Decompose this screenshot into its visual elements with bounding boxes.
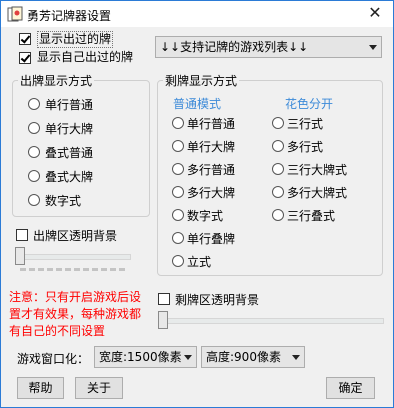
played-slider-track[interactable] <box>17 254 131 260</box>
show-own-played-label[interactable]: 显示自己出过的牌 <box>37 50 133 65</box>
remaining-normal-label[interactable]: 立式 <box>187 253 211 270</box>
played-option-radio[interactable] <box>28 194 40 206</box>
remaining-normal-radio[interactable] <box>172 117 184 129</box>
remaining-normal-label[interactable]: 单行普通 <box>187 115 235 132</box>
remaining-transparent-checkbox[interactable] <box>158 293 170 305</box>
about-button[interactable]: 关于 <box>75 377 123 399</box>
remaining-normal-radio[interactable] <box>172 163 184 175</box>
games-dropdown-value: ↓↓支持记牌的游戏列表↓↓ <box>160 40 309 54</box>
close-icon[interactable]: ✕ <box>365 3 385 23</box>
remaining-slider-thumb[interactable] <box>158 311 168 329</box>
normal-mode-header: 普通模式 <box>173 97 222 111</box>
app-icon <box>7 6 23 22</box>
show-played-label[interactable]: 显示出过的牌 <box>37 31 114 48</box>
played-option-label[interactable]: 单行普通 <box>45 96 93 113</box>
height-dropdown-value: 高度:900像素 <box>206 350 281 364</box>
remaining-display-legend: 剩牌显示方式 <box>163 72 240 89</box>
played-option-radio[interactable] <box>28 170 40 182</box>
width-dropdown[interactable]: 宽度:1500像素 <box>94 346 197 368</box>
chevron-down-icon <box>369 45 377 50</box>
show-played-checkbox[interactable] <box>19 33 31 45</box>
played-slider-thumb[interactable] <box>15 247 25 265</box>
remaining-normal-label[interactable]: 多行普通 <box>187 161 235 178</box>
remaining-suit-radio[interactable] <box>272 163 284 175</box>
played-option-label[interactable]: 单行大牌 <box>45 120 93 137</box>
note-line: 置才有效果，每种游戏都 <box>9 307 142 321</box>
played-option-label[interactable]: 数字式 <box>45 192 81 209</box>
remaining-slider-track[interactable] <box>160 318 384 324</box>
chevron-down-icon <box>184 355 192 360</box>
remaining-normal-radio[interactable] <box>172 255 184 267</box>
remaining-suit-label[interactable]: 三行大牌式 <box>287 161 347 178</box>
remaining-suit-label[interactable]: 多行式 <box>287 138 323 155</box>
played-option-radio[interactable] <box>28 98 40 110</box>
ok-button[interactable]: 确定 <box>326 377 375 399</box>
played-option-radio[interactable] <box>28 122 40 134</box>
remaining-normal-label[interactable]: 数字式 <box>187 207 223 224</box>
remaining-normal-radio[interactable] <box>172 186 184 198</box>
remaining-suit-radio[interactable] <box>272 186 284 198</box>
remaining-suit-radio[interactable] <box>272 117 284 129</box>
window-title: 勇芳记牌器设置 <box>27 9 112 23</box>
chevron-down-icon <box>292 355 300 360</box>
show-own-played-checkbox[interactable] <box>19 52 31 64</box>
settings-window: 勇芳记牌器设置 ✕ 显示出过的牌 显示自己出过的牌 ↓↓支持记牌的游戏列表↓↓ … <box>0 0 394 408</box>
remaining-suit-radio[interactable] <box>272 209 284 221</box>
played-display-legend: 出牌显示方式 <box>18 72 95 89</box>
remaining-suit-label[interactable]: 三行叠式 <box>287 207 335 224</box>
played-option-label[interactable]: 叠式大牌 <box>45 168 93 185</box>
remaining-suit-label[interactable]: 多行大牌式 <box>287 184 347 201</box>
played-option-radio[interactable] <box>28 146 40 158</box>
remaining-normal-radio[interactable] <box>172 232 184 244</box>
title-bar: 勇芳记牌器设置 ✕ <box>1 1 393 27</box>
help-button[interactable]: 帮助 <box>17 377 64 399</box>
suit-mode-header: 花色分开 <box>285 97 334 111</box>
played-option-label[interactable]: 叠式普通 <box>45 144 93 161</box>
height-dropdown[interactable]: 高度:900像素 <box>201 346 305 368</box>
remaining-normal-label[interactable]: 单行大牌 <box>187 138 235 155</box>
remaining-transparent-label[interactable]: 剩牌区透明背景 <box>175 291 259 308</box>
remaining-normal-radio[interactable] <box>172 209 184 221</box>
note-line: 有自己的不同设置 <box>9 324 106 338</box>
remaining-suit-radio[interactable] <box>272 140 284 152</box>
games-dropdown[interactable]: ↓↓支持记牌的游戏列表↓↓ <box>155 36 382 58</box>
remaining-suit-label[interactable]: 三行式 <box>287 115 323 132</box>
remaining-normal-radio[interactable] <box>172 140 184 152</box>
window-size-label: 游戏窗口化： <box>17 352 90 366</box>
remaining-normal-label[interactable]: 多行大牌 <box>187 184 235 201</box>
remaining-normal-label[interactable]: 单行叠牌 <box>187 230 235 247</box>
played-slider-ticks <box>20 268 128 271</box>
played-transparent-checkbox[interactable] <box>16 229 28 241</box>
width-dropdown-value: 宽度:1500像素 <box>99 350 182 364</box>
note-line: 注意：只有开启游戏后设 <box>9 290 142 304</box>
played-transparent-label[interactable]: 出牌区透明背景 <box>33 227 117 244</box>
